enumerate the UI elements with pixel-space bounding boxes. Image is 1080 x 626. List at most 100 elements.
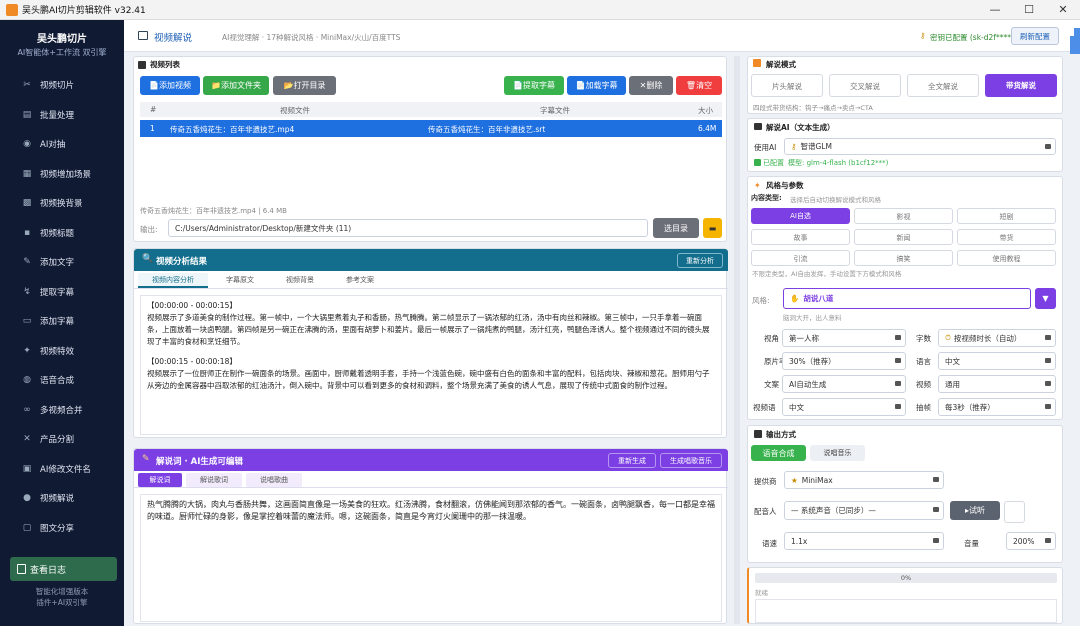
style-dropdown-button[interactable]: ▼ [1035, 288, 1056, 309]
window-title: 吴头鹏AI切片剪辑软件 v32.41 [22, 6, 146, 16]
voice-label: 配音人 [754, 507, 777, 516]
ai-model-select[interactable]: ⚷ 智谱GLM [784, 138, 1056, 155]
narration-tab[interactable]: 说唱歌曲 [246, 473, 302, 487]
minimize-icon[interactable]: — [980, 2, 1010, 18]
sidebar-item-label: 提取字幕 [40, 287, 75, 298]
param-select[interactable]: 30%（推荐） [782, 352, 906, 370]
reanalyze-button[interactable]: 重新分析 [677, 253, 723, 268]
content-type-option[interactable]: 使用教程 [957, 250, 1056, 266]
content-type-option[interactable]: AI自选 [751, 208, 850, 224]
add-video-button[interactable]: 📄 添加视频 [140, 76, 200, 95]
style-select[interactable]: ✋ 胡说八道 [783, 288, 1031, 309]
analysis-tab[interactable]: 视频背景 [272, 273, 328, 288]
style-title: 风格与参数 [766, 181, 804, 190]
sidebar-item[interactable]: ✎ 添加文字 [0, 249, 124, 275]
analysis-text[interactable]: 【00:00:00 - 00:00:15】 视频展示了多道美食的制作过程。第一帧… [140, 295, 722, 435]
close-icon[interactable]: ✕ [1048, 2, 1078, 18]
sidebar-item[interactable]: ▩ 视频换背景 [0, 190, 124, 216]
sidebar-item[interactable]: ↯ 提取字幕 [0, 279, 124, 305]
maximize-icon[interactable]: ☐ [1014, 2, 1044, 18]
param-label-2: 字数 [916, 334, 931, 343]
check-icon [754, 159, 761, 166]
sidebar-item[interactable]: ▢ 图文分享 [0, 515, 124, 541]
provider-select[interactable]: ★ MiniMax [784, 471, 944, 489]
sidebar-item[interactable]: ✂ 视频切片 [0, 72, 124, 98]
tab-rap-music[interactable]: 说唱音乐 [810, 445, 865, 461]
mode-option[interactable]: 片头解说 [751, 74, 823, 97]
content-type-option[interactable]: 短剧 [957, 208, 1056, 224]
sparkle-icon: ✦ [754, 181, 761, 190]
content-type-option[interactable]: 搞笑 [854, 250, 953, 266]
sidebar-item[interactable]: ✕ 产品分割 [0, 426, 124, 452]
view-log-button[interactable]: 查看日志 [10, 557, 117, 581]
sidebar-item[interactable]: ◉ AI对抽 [0, 131, 124, 157]
section-desc: AI视觉理解 · 17种解说风格 · MiniMax/火山/百度TTS [222, 33, 401, 42]
content-type-option[interactable]: 引流 [751, 250, 850, 266]
delete-button[interactable]: ✕ 删除 [629, 76, 673, 95]
add-folder-button[interactable]: 📁 添加文件夹 [203, 76, 269, 95]
sidebar-item[interactable]: ▤ 批量处理 [0, 102, 124, 128]
param-select[interactable]: 第一人称 [782, 329, 906, 347]
analysis-tab[interactable]: 视频内容分析 [138, 273, 208, 288]
mode-option[interactable]: 带货解说 [985, 74, 1057, 97]
voice-extra-button[interactable] [1004, 501, 1025, 523]
sidebar-item[interactable]: ▣ AI修改文件名 [0, 456, 124, 482]
output-path-input[interactable]: C:/Users/Administrator/Desktop/新建文件夹 (11… [168, 219, 648, 237]
narration-tab[interactable]: 解说歌词 [186, 473, 242, 487]
volume-label: 音量 [964, 539, 979, 548]
folder-icon[interactable]: ▬ [703, 218, 722, 238]
param-select-2[interactable]: 中文 [938, 352, 1056, 370]
sidebar-item[interactable]: ● 视频解说 [0, 485, 124, 511]
speed-spinbox[interactable]: 1.1x [784, 532, 944, 550]
sidebar-item[interactable]: ◍ 语音合成 [0, 367, 124, 393]
spin-icon [933, 538, 939, 543]
param-select-2[interactable]: 通用 [938, 375, 1056, 393]
search-icon: 🔍 [142, 254, 154, 264]
sidebar-item[interactable]: ✦ 视频特效 [0, 338, 124, 364]
log-area[interactable] [755, 599, 1057, 623]
sidebar-item[interactable]: ▪ 视频标题 [0, 220, 124, 246]
volume-spinbox[interactable]: 200% [1006, 532, 1056, 550]
scroll-indicator[interactable] [1070, 36, 1080, 54]
app-logo-icon [6, 4, 18, 16]
voice-select[interactable]: — 系统声音（已同步）— [784, 501, 944, 520]
sidebar-item[interactable]: ∞ 多视频合并 [0, 397, 124, 423]
generate-music-button[interactable]: 生成唱歌音乐 [660, 453, 722, 468]
clear-button[interactable]: 🗑 清空 [676, 76, 722, 95]
param-select[interactable]: AI自动生成 [782, 375, 906, 393]
param-label-2: 抽帧 [916, 403, 931, 412]
try-listen-button[interactable]: ▸ 试听 [950, 501, 1000, 520]
refresh-config-button[interactable]: 刷新配置 [1011, 27, 1059, 45]
param-select-2[interactable]: ⏱ 按视频时长（自动） [938, 329, 1056, 347]
mode-option[interactable]: 全文解说 [907, 74, 979, 97]
table-row[interactable]: 1 传奇五香炖花生：百年非遗技艺.mp4 传奇五香炖花生：百年非遗技艺.srt … [140, 120, 722, 137]
divider-scrollbar[interactable] [734, 56, 740, 624]
content-type-option[interactable]: 带货 [957, 229, 1056, 245]
sidebar-item[interactable]: ▦ 视频增加场景 [0, 161, 124, 187]
param-select[interactable]: 中文 [782, 398, 906, 416]
load-subtitle-button[interactable]: 📄 加载字幕 [567, 76, 626, 95]
regenerate-button[interactable]: 重新生成 [608, 453, 656, 468]
extract-subtitle-button[interactable]: 📄 提取字幕 [504, 76, 564, 95]
content-type-option[interactable]: 新闻 [854, 229, 953, 245]
output-path-value: C:/Users/Administrator/Desktop/新建文件夹 (11… [175, 223, 352, 233]
param-select-2[interactable]: 每3秒（推荐） [938, 398, 1056, 416]
provider-value: MiniMax [801, 475, 833, 485]
extract-icon: ↯ [23, 286, 31, 297]
dropdown-icon [895, 335, 901, 340]
analysis-panel: 🔍 视频分析结果 重新分析 视频内容分析 字幕原文 视频背景 参考文案 【00:00:… [133, 248, 728, 438]
narration-textarea[interactable]: 热气腾腾的大锅，肉丸与香肠共舞，这画面简直像是一场美食的狂欢。红汤沸腾，食材翻滚… [140, 494, 722, 622]
open-dir-button[interactable]: 📂 打开目录 [273, 76, 336, 95]
narration-tab[interactable]: 解说词 [138, 473, 182, 487]
tab-tts[interactable]: 语音合成 [751, 445, 806, 461]
sidebar-item[interactable]: ▭ 添加字幕 [0, 308, 124, 334]
param-value: 中文 [789, 402, 804, 412]
analysis-tab[interactable]: 参考文案 [332, 273, 388, 288]
content-type-option[interactable]: 故事 [751, 229, 850, 245]
dropdown-icon [895, 358, 901, 363]
analysis-tab[interactable]: 字幕原文 [212, 273, 268, 288]
content-type-option[interactable]: 影视 [854, 208, 953, 224]
mode-option[interactable]: 交叉解说 [829, 74, 901, 97]
choose-dir-button[interactable]: 选目录 [653, 218, 699, 238]
pencil-icon: ✎ [23, 257, 31, 267]
